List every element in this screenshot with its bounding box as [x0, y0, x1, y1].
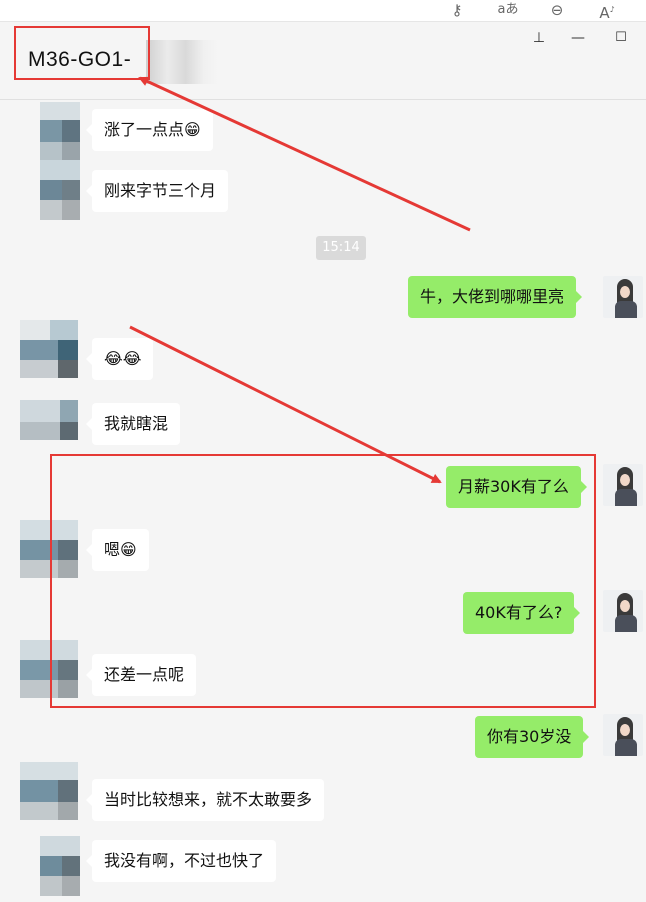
key-icon[interactable]: ⚷: [446, 0, 468, 22]
read-aloud-sup: ♪: [609, 5, 615, 14]
incoming-message[interactable]: 😂😂: [85, 338, 154, 380]
read-aloud-icon[interactable]: A♪: [596, 0, 618, 22]
incoming-message[interactable]: 我没有啊，不过也快了: [85, 840, 277, 882]
self-avatar[interactable]: [603, 464, 643, 506]
contact-avatar[interactable]: [20, 320, 80, 400]
contact-avatar[interactable]: [22, 836, 82, 902]
incoming-message[interactable]: 当时比较想来，就不太敢要多: [85, 779, 325, 821]
maximize-button[interactable]: ☐: [611, 30, 631, 45]
top-toolbar: ⚷ aあ ⊖ A♪: [0, 0, 646, 22]
zoom-out-icon[interactable]: ⊖: [546, 0, 568, 22]
timestamp: 15:14: [316, 236, 366, 260]
self-avatar[interactable]: [603, 714, 643, 756]
incoming-message[interactable]: 涨了一点点😁: [86, 109, 213, 151]
title-redaction: [146, 40, 218, 84]
pin-icon[interactable]: ⊥: [529, 30, 549, 46]
contact-avatar[interactable]: [22, 160, 82, 240]
translate-icon[interactable]: aあ: [494, 0, 522, 22]
minimize-button[interactable]: —: [568, 30, 588, 46]
incoming-message[interactable]: 我就瞎混: [85, 403, 181, 445]
read-aloud-glyph: A: [599, 4, 610, 22]
conversation-highlight-box: [50, 454, 596, 708]
contact-avatar[interactable]: [20, 762, 80, 842]
title-highlight-box: [14, 26, 150, 80]
self-avatar[interactable]: [603, 276, 643, 318]
outgoing-message[interactable]: 牛，大佬到哪哪里亮: [408, 276, 583, 318]
outgoing-message[interactable]: 你有30岁没: [475, 716, 590, 758]
incoming-message[interactable]: 刚来字节三个月: [85, 170, 229, 212]
self-avatar[interactable]: [603, 590, 643, 632]
